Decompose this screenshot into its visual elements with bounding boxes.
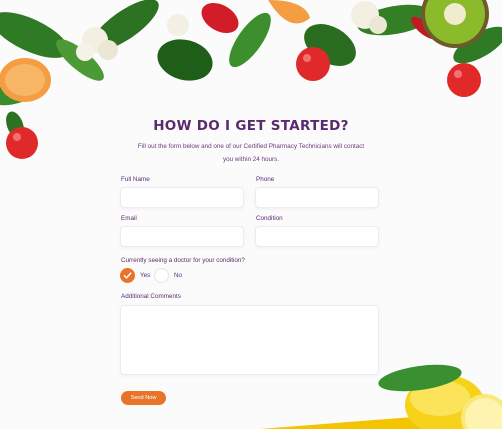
lemon-icon [378,364,502,429]
comments-textarea[interactable] [120,305,379,375]
doctor-question-label: Currently seeing a doctor for your condi… [121,257,245,264]
kiwi-icon [421,0,489,48]
intro-line-2: you within 24 hours. [222,156,279,163]
email-input[interactable] [120,226,244,247]
intro-line-1: Fill out the form below and one of our C… [137,143,365,150]
radio-no-label: No [174,272,183,279]
send-now-button[interactable]: Send Now [121,391,166,405]
condition-input[interactable] [255,226,379,247]
comments-label: Additional Comments [121,293,181,300]
full-name-input[interactable] [120,187,244,208]
tangerine-slice-icon [0,0,310,102]
radio-yes[interactable]: Yes [120,268,150,283]
phone-label: Phone [256,176,275,183]
email-label: Email [121,215,137,222]
yellow-stripe-icon [260,410,502,429]
radio-yes-label: Yes [140,272,151,279]
condition-label: Condition [256,215,283,222]
cauliflower-icon [76,1,387,61]
page: HOW DO I GET STARTED? Fill out the form … [0,0,502,429]
check-icon [123,272,132,279]
radio-no[interactable]: No [154,268,182,283]
radio-yes-circle[interactable] [120,268,135,283]
intro-text: Fill out the form below and one of our C… [126,140,376,166]
red-pepper-icon [201,2,437,40]
page-title: HOW DO I GET STARTED? [153,118,349,134]
full-name-label: Full Name [121,176,150,183]
phone-input[interactable] [255,187,379,208]
radio-no-circle[interactable] [154,268,169,283]
